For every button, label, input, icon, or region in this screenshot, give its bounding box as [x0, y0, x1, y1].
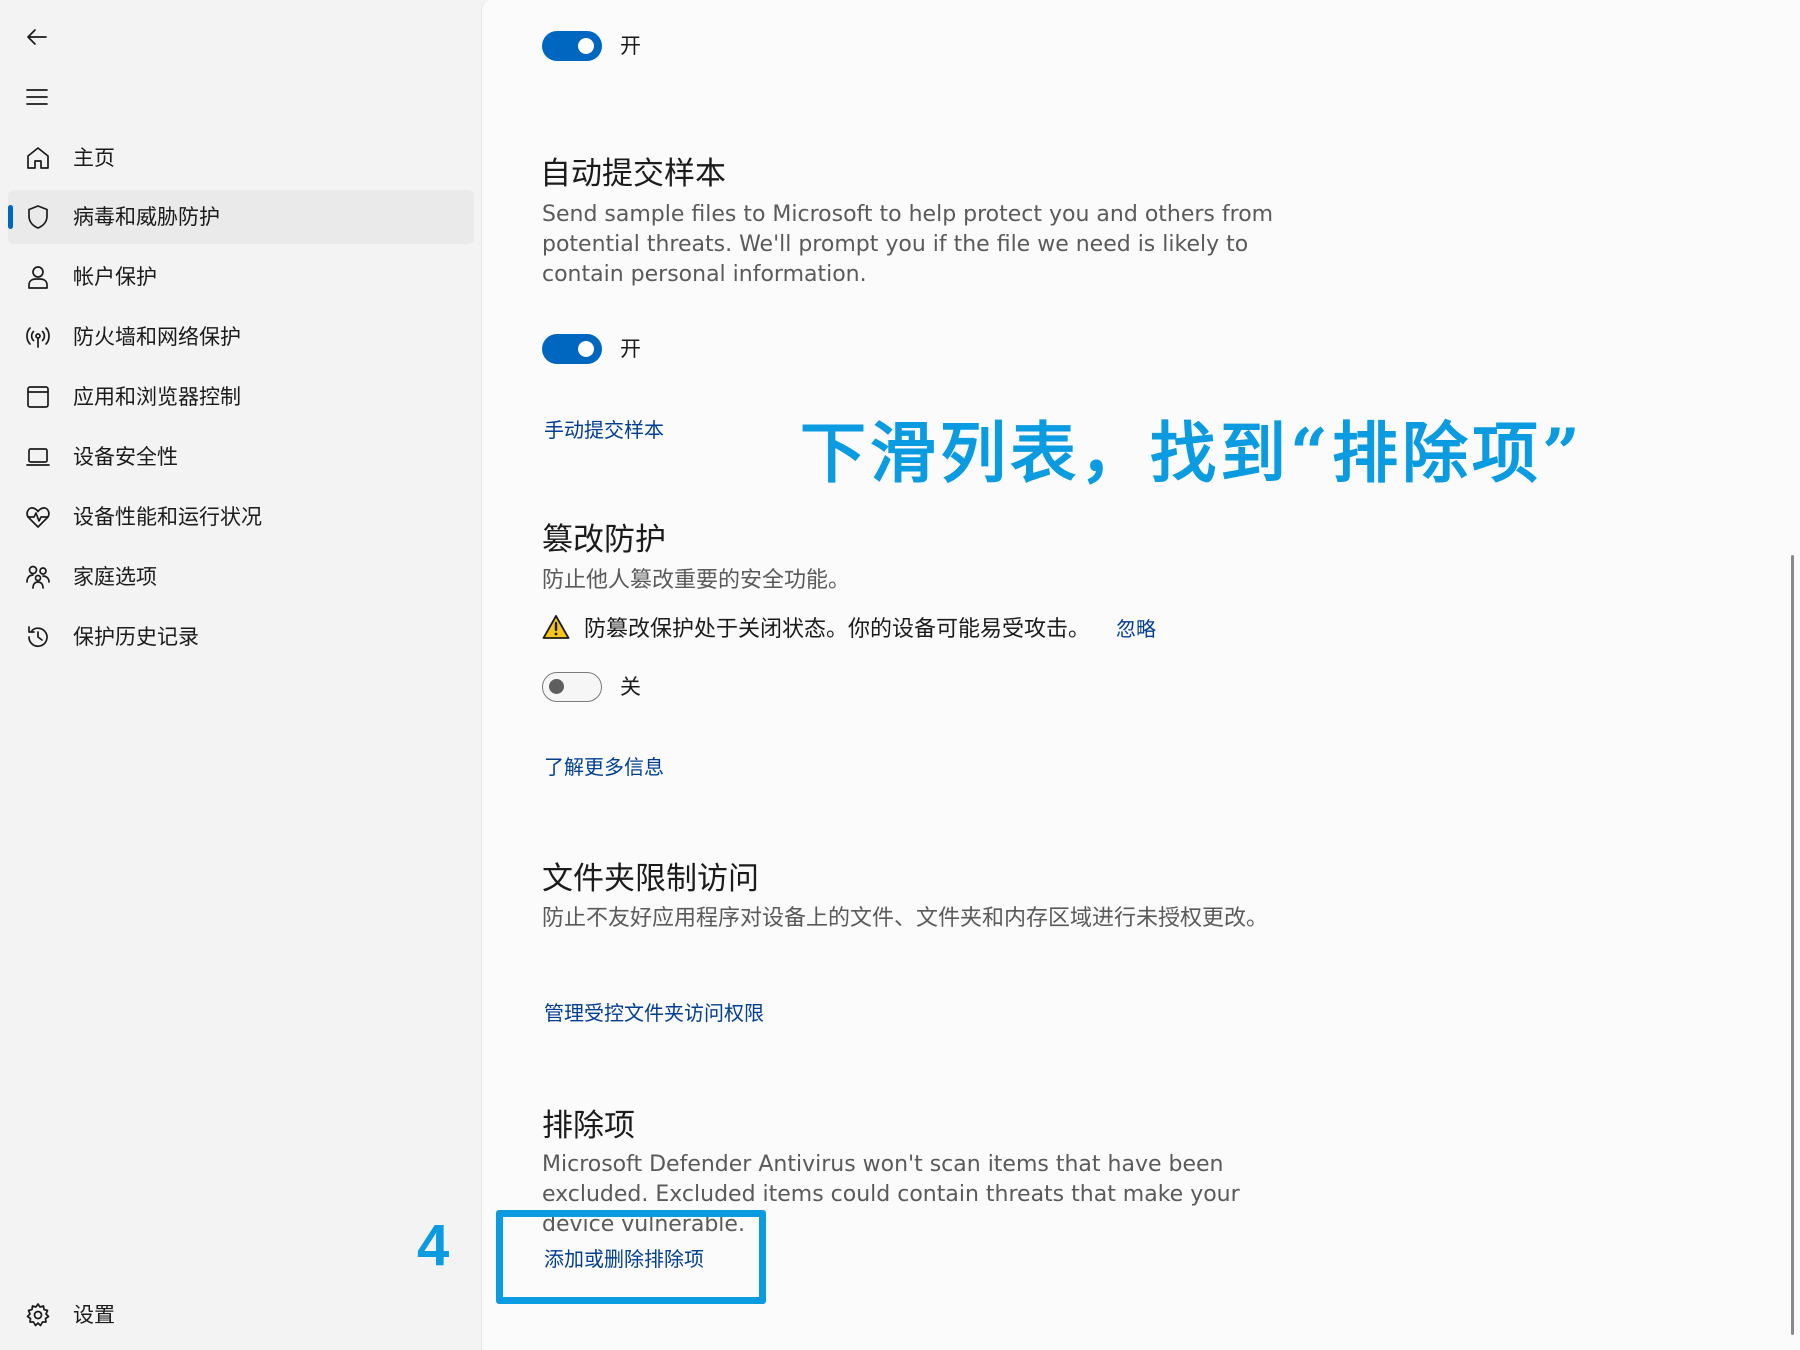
- back-button[interactable]: [22, 22, 52, 52]
- sidebar-item-account-protection[interactable]: 帐户保护: [8, 250, 474, 304]
- shield-icon: [28, 205, 48, 229]
- laptop-icon: [26, 448, 50, 466]
- sidebar-item-label: 设备安全性: [73, 445, 178, 469]
- tamper-protection-description: 防止他人篡改重要的安全功能。: [542, 568, 851, 593]
- exclusions-title: 排除项: [542, 1108, 635, 1144]
- tamper-protection-title: 篡改防护: [542, 522, 666, 558]
- previous-section-toggle-label: 开: [620, 34, 641, 58]
- toggle-knob: [578, 341, 594, 357]
- manage-controlled-folder-access-link[interactable]: 管理受控文件夹访问权限: [544, 997, 764, 1026]
- sidebar-item-family-options[interactable]: 家庭选项: [8, 550, 474, 604]
- family-icon: [26, 565, 50, 589]
- annotation-highlight-box: [496, 1210, 766, 1304]
- arrow-left-icon: [27, 29, 47, 45]
- wifi-antenna-icon: [26, 327, 50, 348]
- auto-sample-title: 自动提交样本: [540, 156, 726, 192]
- sidebar-item-virus-threat-protection[interactable]: 病毒和威胁防护: [8, 190, 474, 244]
- sidebar-item-label: 设备性能和运行状况: [73, 505, 262, 529]
- sidebar-item-label: 应用和浏览器控制: [73, 385, 241, 409]
- menu-button[interactable]: [22, 82, 52, 112]
- tamper-protection-toggle-label: 关: [620, 675, 641, 699]
- controlled-folder-access-title: 文件夹限制访问: [542, 861, 759, 897]
- annotation-instruction: 下滑列表，找到“排除项”: [800, 414, 1584, 492]
- toggle-knob: [549, 679, 564, 694]
- sidebar-item-label: 主页: [73, 146, 115, 170]
- auto-sample-description: Send sample files to Microsoft to help p…: [542, 202, 1274, 287]
- home-icon: [27, 147, 49, 169]
- sidebar-item-label: 病毒和威胁防护: [73, 205, 220, 229]
- tamper-protection-toggle[interactable]: [542, 672, 602, 702]
- browser-window-icon: [27, 386, 49, 408]
- sidebar-item-label: 防火墙和网络保护: [73, 325, 241, 349]
- learn-more-link[interactable]: 了解更多信息: [544, 751, 664, 780]
- auto-sample-toggle-label: 开: [620, 337, 641, 361]
- sidebar-item-label: 设置: [73, 1303, 115, 1327]
- sidebar-item-label: 保护历史记录: [73, 625, 199, 649]
- tamper-warning-row: 防篡改保护处于关闭状态。你的设备可能易受攻击。 忽略: [542, 612, 1156, 642]
- vertical-scrollbar[interactable]: [1791, 555, 1794, 1335]
- sidebar-item-label: 帐户保护: [73, 265, 157, 289]
- tamper-warning-text: 防篡改保护处于关闭状态。你的设备可能易受攻击。: [584, 617, 1091, 642]
- controlled-folder-access-description: 防止不友好应用程序对设备上的文件、文件夹和内存区域进行未授权更改。: [542, 906, 1269, 931]
- auto-sample-toggle[interactable]: [542, 334, 602, 364]
- sidebar-item-label: 家庭选项: [73, 565, 157, 589]
- heart-pulse-icon: [26, 507, 50, 528]
- history-icon: [28, 626, 48, 648]
- sidebar-item-settings[interactable]: 设置: [8, 1288, 474, 1342]
- gear-icon: [26, 1303, 50, 1327]
- annotation-step-number: 4: [417, 1213, 450, 1278]
- previous-section-toggle[interactable]: [542, 31, 602, 61]
- warning-icon: [542, 615, 570, 639]
- selection-indicator: [8, 205, 13, 229]
- dismiss-warning-link[interactable]: 忽略: [1116, 613, 1156, 642]
- sidebar-item-home[interactable]: 主页: [8, 131, 474, 185]
- toggle-knob: [578, 38, 594, 54]
- manual-submit-sample-link[interactable]: 手动提交样本: [544, 414, 664, 443]
- person-icon: [28, 266, 48, 289]
- sidebar-item-protection-history[interactable]: 保护历史记录: [8, 610, 474, 664]
- sidebar-item-device-performance[interactable]: 设备性能和运行状况: [8, 490, 474, 544]
- sidebar-item-app-browser-control[interactable]: 应用和浏览器控制: [8, 370, 474, 424]
- hamburger-icon: [26, 89, 48, 105]
- sidebar-item-firewall-network[interactable]: 防火墙和网络保护: [8, 310, 474, 364]
- sidebar-item-device-security[interactable]: 设备安全性: [8, 430, 474, 484]
- navigation-sidebar: 主页 病毒和威胁防护 帐户保护 防火墙和网络保护 应用和浏览器控制 设备安全性 …: [0, 0, 480, 1350]
